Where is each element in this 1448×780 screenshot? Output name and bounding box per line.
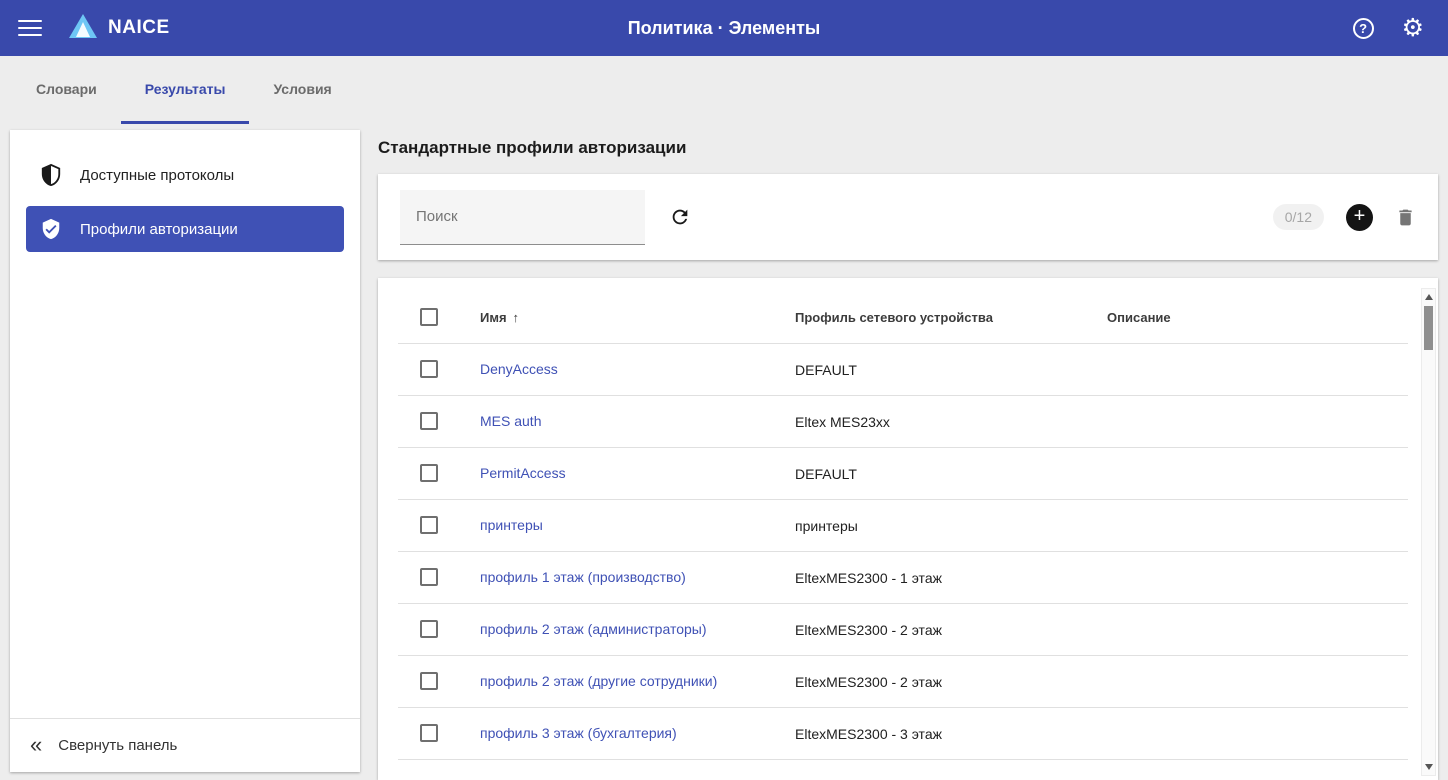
help-icon[interactable]: ? xyxy=(1352,17,1374,39)
table-row: DenyAccess DEFAULT xyxy=(398,344,1408,396)
section-title: Стандартные профили авторизации xyxy=(378,138,687,157)
row-device-profile: EltexMES2300 - 3 этаж xyxy=(795,725,942,742)
content-layout: Доступные протоколы Профили авторизации … xyxy=(0,124,1448,780)
row-name-link[interactable]: принтеры xyxy=(480,517,543,533)
page-title: Политика · Элементы xyxy=(627,17,821,38)
scrollbar-thumb[interactable] xyxy=(1424,306,1433,350)
table-row: профиль 1 этаж (производство) EltexMES23… xyxy=(398,552,1408,604)
toolbar-right: 0/12 + xyxy=(1272,203,1416,231)
row-device-profile: EltexMES2300 - 1 этаж xyxy=(795,569,942,586)
row-name-link[interactable]: MES auth xyxy=(480,413,541,429)
trash-icon xyxy=(1399,209,1412,225)
brand: NAICE xyxy=(68,13,170,44)
row-name-link[interactable]: профиль 3 этаж (бухгалтерия) xyxy=(480,725,677,741)
column-header-name-label: Имя xyxy=(480,310,507,325)
tab-conditions[interactable]: Условия xyxy=(249,56,355,124)
row-name-link[interactable]: профиль 1 этаж (производство) xyxy=(480,569,686,585)
scroll-up-button[interactable] xyxy=(1422,290,1435,304)
table-header-row: Имя ↑ Профиль сетевого устройства Описани… xyxy=(398,292,1408,344)
sidebar-item-label: Доступные протоколы xyxy=(80,166,235,184)
table-body: DenyAccess DEFAULT MES auth Eltex MES23x… xyxy=(398,344,1408,760)
toolbar: 0/12 + xyxy=(378,174,1438,260)
shield-check-icon xyxy=(40,217,62,241)
refresh-button[interactable] xyxy=(669,206,691,228)
sidebar-items: Доступные протоколы Профили авторизации xyxy=(10,130,360,252)
table-row: MES auth Eltex MES23xx xyxy=(398,396,1408,448)
row-device-profile: EltexMES2300 - 2 этаж xyxy=(795,673,942,690)
profiles-table: Имя ↑ Профиль сетевого устройства Описани… xyxy=(398,292,1408,760)
column-header-name[interactable]: Имя ↑ xyxy=(480,310,795,325)
row-device-profile: DEFAULT xyxy=(795,465,857,482)
tab-bar: Словари Результаты Условия xyxy=(0,56,1448,124)
row-select-checkbox[interactable] xyxy=(420,724,438,743)
app-name: NAICE xyxy=(108,17,170,38)
gear-icon[interactable]: ⚙ xyxy=(1402,15,1424,41)
appbar-actions: ? ⚙ xyxy=(1352,15,1430,41)
row-name-link[interactable]: профиль 2 этаж (администраторы) xyxy=(480,621,707,637)
row-device-profile: Eltex MES23xx xyxy=(795,413,890,430)
table-row: профиль 2 этаж (администраторы) EltexMES… xyxy=(398,604,1408,656)
row-name-link[interactable]: DenyAccess xyxy=(480,361,558,377)
row-select-checkbox[interactable] xyxy=(420,360,438,379)
sidebar-item-available-protocols[interactable]: Доступные протоколы xyxy=(26,152,344,198)
row-select-checkbox[interactable] xyxy=(420,412,438,431)
sidebar-item-auth-profiles[interactable]: Профили авторизации xyxy=(26,206,344,252)
table-row: профиль 3 этаж (бухгалтерия) EltexMES230… xyxy=(398,708,1408,760)
collapse-panel-label: Свернуть панель xyxy=(58,737,178,754)
sidebar-item-label: Профили авторизации xyxy=(80,220,238,238)
delete-button[interactable] xyxy=(1395,207,1416,228)
select-all-checkbox[interactable] xyxy=(420,308,438,327)
row-device-profile: EltexMES2300 - 2 этаж xyxy=(795,621,942,638)
scroll-down-button[interactable] xyxy=(1422,760,1435,774)
row-name-link[interactable]: PermitAccess xyxy=(480,465,566,481)
table-row: принтеры принтеры xyxy=(398,500,1408,552)
profiles-table-card: Имя ↑ Профиль сетевого устройства Описани… xyxy=(378,278,1438,780)
row-select-checkbox[interactable] xyxy=(420,620,438,639)
row-select-checkbox[interactable] xyxy=(420,672,438,691)
main-content: Стандартные профили авторизации 0/12 + xyxy=(378,124,1438,780)
table-row: PermitAccess DEFAULT xyxy=(398,448,1408,500)
row-name-link[interactable]: профиль 2 этаж (другие сотрудники) xyxy=(480,673,717,689)
sort-asc-icon: ↑ xyxy=(512,310,520,325)
row-select-checkbox[interactable] xyxy=(420,568,438,587)
row-device-profile: DEFAULT xyxy=(795,361,857,378)
row-device-profile: принтеры xyxy=(795,517,858,534)
collapse-chevrons-icon: « xyxy=(30,731,43,757)
add-profile-button[interactable]: + xyxy=(1346,203,1373,231)
table-row: профиль 2 этаж (другие сотрудники) Eltex… xyxy=(398,656,1408,708)
collapse-panel-button[interactable]: « Свернуть панель xyxy=(10,718,360,772)
column-header-device-profile: Профиль сетевого устройства xyxy=(795,310,993,325)
tab-dictionaries[interactable]: Словари xyxy=(12,56,121,124)
row-select-checkbox[interactable] xyxy=(420,516,438,535)
sidebar-panel: Доступные протоколы Профили авторизации … xyxy=(10,130,360,772)
refresh-icon xyxy=(672,209,688,225)
shield-half-icon xyxy=(40,163,62,187)
column-header-description: Описание xyxy=(1107,310,1171,325)
row-select-checkbox[interactable] xyxy=(420,464,438,483)
app-header: NAICE Политика · Элементы ? ⚙ xyxy=(0,0,1448,56)
tab-results[interactable]: Результаты xyxy=(120,56,250,124)
table-scrollbar[interactable] xyxy=(1421,288,1436,776)
selection-counter: 0/12 xyxy=(1272,204,1324,230)
app-logo-icon xyxy=(68,13,98,44)
plus-icon: + xyxy=(1353,205,1366,227)
search-input[interactable] xyxy=(400,189,645,245)
menu-icon[interactable] xyxy=(18,20,42,36)
